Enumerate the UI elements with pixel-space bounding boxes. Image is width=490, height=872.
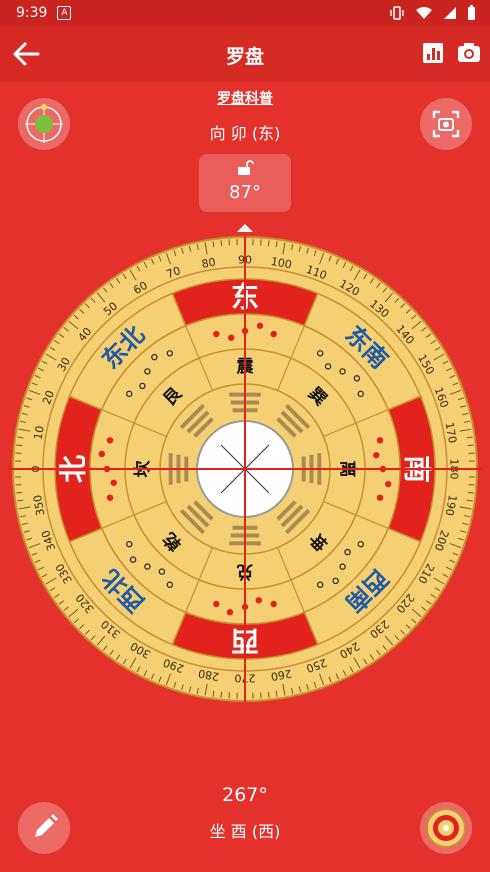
degree-tick xyxy=(467,444,474,447)
luopan-compass[interactable]: 0102030405060708090100110120130140150160… xyxy=(0,236,490,706)
river-dot xyxy=(226,609,234,616)
app-bar: 罗盘 xyxy=(0,26,490,82)
status-bar: 9:39 A xyxy=(0,0,490,26)
status-icons xyxy=(389,5,476,21)
status-time: 9:39 xyxy=(16,5,48,21)
luopan-thumbnail-icon xyxy=(426,808,466,848)
app-notification-icon: A xyxy=(57,6,72,20)
river-dot xyxy=(213,600,220,608)
signal-icon xyxy=(444,7,456,19)
river-dot xyxy=(270,600,277,608)
river-dot xyxy=(376,494,384,501)
lock-heading-button[interactable]: 87° xyxy=(199,154,291,212)
compass-guide-link[interactable]: 罗盘科普 xyxy=(0,88,490,108)
luopan-style-button[interactable] xyxy=(420,802,472,854)
degree-tick xyxy=(220,240,223,247)
degree-label: 80 xyxy=(201,256,217,271)
degree-tick xyxy=(16,444,23,447)
heading-degree: 87° xyxy=(229,182,261,203)
degree-tick xyxy=(16,491,23,494)
river-dot xyxy=(213,330,220,338)
river-dot xyxy=(385,480,392,488)
river-dot xyxy=(373,452,380,459)
degree-label: 10 xyxy=(32,425,47,441)
river-dot xyxy=(255,597,262,604)
degree-tick xyxy=(267,691,270,698)
river-dot xyxy=(376,437,384,444)
chart-icon[interactable] xyxy=(422,42,444,64)
battery-icon xyxy=(468,5,475,20)
facing-direction-label: 向 卯 (东) xyxy=(209,124,281,143)
river-dot xyxy=(106,437,114,444)
pencil-icon xyxy=(35,814,58,837)
sitting-direction-label: 坐 酉 (西) xyxy=(209,822,281,841)
river-dot xyxy=(270,330,277,338)
river-dot xyxy=(106,494,114,501)
wifi-icon xyxy=(416,7,432,19)
unlock-icon xyxy=(238,160,254,175)
edit-button[interactable] xyxy=(18,802,70,854)
river-dot xyxy=(110,479,117,486)
sitting-degree: 267° xyxy=(222,784,268,806)
heading-pointer-icon xyxy=(237,224,253,232)
river-dot xyxy=(98,450,105,458)
vibrate-icon xyxy=(390,6,404,20)
camera-icon[interactable] xyxy=(456,40,482,66)
river-dot xyxy=(228,334,235,341)
degree-tick xyxy=(467,491,474,494)
degree-tick xyxy=(267,240,270,247)
page-title: 罗盘 xyxy=(225,46,264,68)
river-dot xyxy=(256,322,264,329)
degree-tick xyxy=(220,691,223,698)
